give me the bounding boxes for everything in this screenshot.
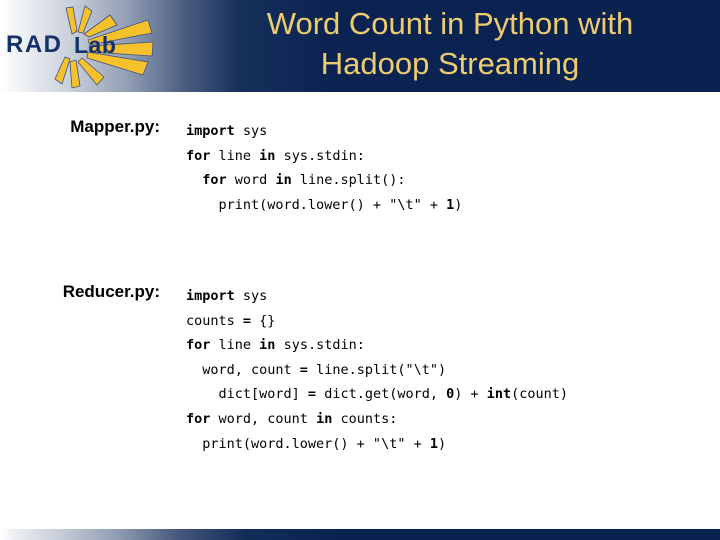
rad-lab-logo: RAD Lab xyxy=(0,0,175,92)
code-token: counts xyxy=(186,312,243,329)
logo-wordmark-radlab: RAD Lab xyxy=(6,31,116,58)
code-line: counts = {} xyxy=(186,309,568,334)
code-token: ) + xyxy=(454,386,487,403)
code-token: int xyxy=(486,386,512,403)
code-token: line xyxy=(210,337,260,354)
code-token: ) xyxy=(454,196,463,213)
page-title: Word Count in Python with Hadoop Streami… xyxy=(180,4,720,84)
code-token: in xyxy=(259,337,276,354)
code-token: 1 xyxy=(446,196,455,213)
code-token: (count) xyxy=(511,386,569,403)
code-token: dict[word] xyxy=(186,386,308,403)
code-token: = xyxy=(242,312,252,329)
code-line: import sys xyxy=(186,119,462,144)
code-token: import xyxy=(186,123,235,139)
code-token: print(word.lower() + "\t" + xyxy=(186,196,447,213)
reducer-label: Reducer.py: xyxy=(62,282,160,301)
code-token: in xyxy=(316,410,333,427)
code-line: for line in sys.stdin: xyxy=(186,144,462,169)
code-line: word, count = line.split("\t") xyxy=(186,358,568,383)
code-token: in xyxy=(259,147,276,164)
code-token: word xyxy=(226,172,276,189)
slide-body: Mapper.py: import sys for line in sys.std… xyxy=(0,92,720,529)
code-token: 1 xyxy=(429,435,438,452)
code-token: for xyxy=(186,147,211,164)
code-line: import sys xyxy=(186,284,568,309)
svg-text:Lab: Lab xyxy=(74,32,116,58)
code-token: print(word.lower() + "\t" + xyxy=(186,435,430,452)
code-line: for line in sys.stdin: xyxy=(186,333,568,358)
code-token: in xyxy=(275,172,292,189)
code-line: for word, count in counts: xyxy=(186,407,568,432)
page-title-line-1: Word Count in Python with xyxy=(266,6,634,41)
code-line: print(word.lower() + "\t" + 1) xyxy=(186,193,463,218)
code-token: word, count xyxy=(210,410,317,427)
code-token: dict.get(word, xyxy=(316,386,447,403)
code-token: ) xyxy=(437,435,447,452)
code-line: for word in line.split(): xyxy=(186,168,462,193)
code-token: sys.stdin: xyxy=(275,147,365,164)
code-token: line.split(): xyxy=(291,172,406,189)
code-token: for xyxy=(186,410,211,427)
code-token: sys.stdin: xyxy=(275,337,365,354)
code-token: line.split("\t") xyxy=(307,361,447,378)
slide-header-band: RAD Lab Word Count in Python with Hadoop… xyxy=(0,0,720,92)
slide-footer-band xyxy=(0,529,720,540)
mapper-label: Mapper.py: xyxy=(70,117,160,136)
code-token: sys xyxy=(234,288,268,304)
code-token: for xyxy=(186,337,211,354)
code-token: = xyxy=(307,386,317,403)
code-token: import xyxy=(186,288,235,304)
reducer-code-block: import sys counts = {} for line in sys.std… xyxy=(186,284,568,456)
code-token: {} xyxy=(251,312,276,329)
svg-text:RAD: RAD xyxy=(6,31,63,58)
page-title-line-2: Hadoop Streaming xyxy=(320,46,580,81)
code-token: sys xyxy=(234,123,268,139)
code-token: counts: xyxy=(332,410,398,427)
code-line: dict[word] = dict.get(word, 0) + int(cou… xyxy=(186,382,569,407)
code-token: for xyxy=(202,172,227,189)
code-token: line xyxy=(210,147,260,164)
code-token: word, count xyxy=(186,361,300,378)
mapper-code-block: import sys for line in sys.stdin: for wor… xyxy=(186,119,462,217)
code-token: = xyxy=(299,361,308,378)
code-line: print(word.lower() + "\t" + 1) xyxy=(186,432,568,457)
